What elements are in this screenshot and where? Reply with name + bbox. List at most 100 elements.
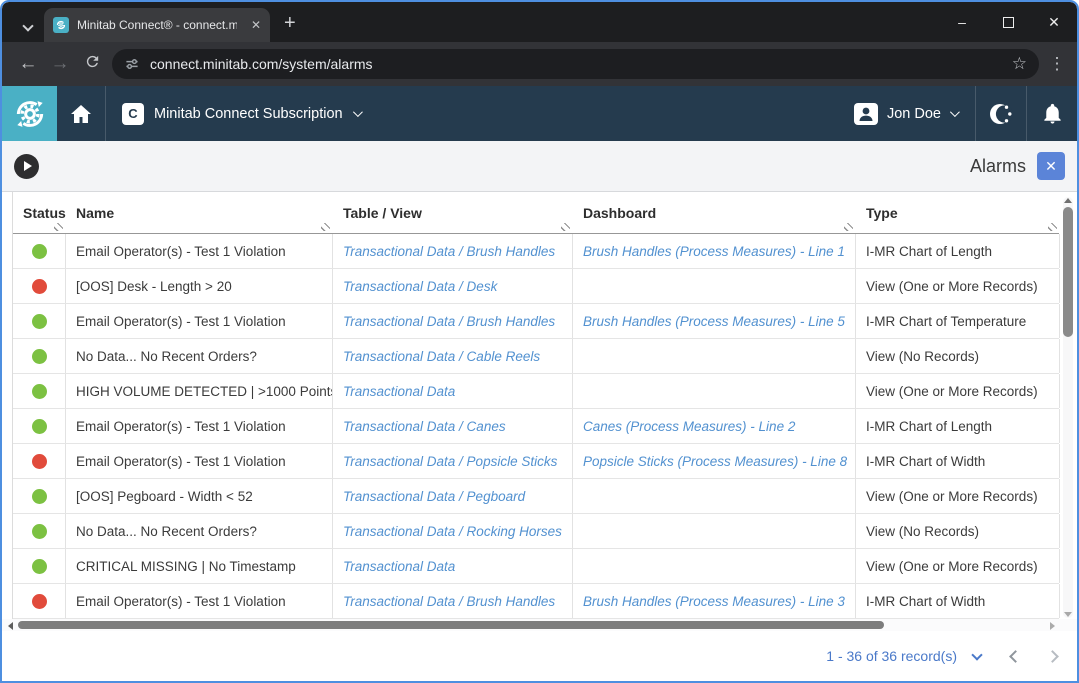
new-tab-button[interactable]: + bbox=[284, 12, 296, 35]
minitab-connect-logo[interactable] bbox=[2, 86, 57, 141]
table-view-link[interactable]: Transactional Data / Brush Handles bbox=[333, 234, 573, 268]
table-row[interactable]: No Data... No Recent Orders? Transaction… bbox=[13, 339, 1059, 374]
column-resize-handle[interactable] bbox=[561, 223, 570, 231]
maximize-button[interactable] bbox=[985, 2, 1031, 42]
url-text[interactable]: connect.minitab.com/system/alarms bbox=[150, 56, 373, 72]
column-label: Dashboard bbox=[583, 205, 656, 221]
dashboard-link[interactable]: Popsicle Sticks (Process Measures) - Lin… bbox=[573, 444, 856, 478]
column-header-type[interactable]: Type bbox=[856, 192, 1060, 233]
table-view-link[interactable]: Transactional Data bbox=[333, 549, 573, 583]
status-dot bbox=[32, 314, 47, 329]
column-header-dashboard[interactable]: Dashboard bbox=[573, 192, 856, 233]
home-icon bbox=[69, 102, 93, 126]
table-row[interactable]: [OOS] Pegboard - Width < 52 Transactiona… bbox=[13, 479, 1059, 514]
notifications-button[interactable] bbox=[1027, 86, 1077, 141]
status-dot bbox=[32, 384, 47, 399]
table-row[interactable]: HIGH VOLUME DETECTED | >1000 Points Tran… bbox=[13, 374, 1059, 409]
alarms-table: Status Name Table / View Dashboard Type … bbox=[12, 192, 1059, 619]
back-button[interactable]: ← bbox=[12, 53, 44, 75]
gear-sync-icon bbox=[10, 94, 50, 134]
page-size-dropdown-icon[interactable] bbox=[971, 649, 982, 660]
bookmark-star-icon[interactable]: ☆ bbox=[1012, 54, 1027, 74]
alarm-name-cell: Email Operator(s) - Test 1 Violation bbox=[66, 584, 333, 618]
forward-button[interactable]: → bbox=[44, 53, 76, 75]
column-resize-handle[interactable] bbox=[1048, 223, 1057, 231]
page-title: Alarms bbox=[970, 156, 1026, 177]
alarm-name-cell: Email Operator(s) - Test 1 Violation bbox=[66, 234, 333, 268]
scroll-down-arrow-icon[interactable] bbox=[1064, 612, 1072, 617]
column-header-table-view[interactable]: Table / View bbox=[333, 192, 573, 233]
scroll-up-arrow-icon[interactable] bbox=[1064, 198, 1072, 203]
alarm-name-cell: Email Operator(s) - Test 1 Violation bbox=[66, 304, 333, 338]
status-cell bbox=[13, 234, 66, 268]
app-header: C Minitab Connect Subscription Jon Doe bbox=[2, 86, 1077, 141]
dashboard-link[interactable] bbox=[573, 339, 856, 373]
dashboard-link[interactable] bbox=[573, 374, 856, 408]
alarm-name-cell: [OOS] Desk - Length > 20 bbox=[66, 269, 333, 303]
browser-tab[interactable]: Minitab Connect® - connect.mi ✕ bbox=[44, 8, 270, 42]
alarm-type-cell: View (No Records) bbox=[856, 514, 1060, 548]
run-button[interactable] bbox=[14, 154, 39, 179]
column-label: Type bbox=[866, 205, 898, 221]
status-dot bbox=[32, 279, 47, 294]
table-view-link[interactable]: Transactional Data / Cable Reels bbox=[333, 339, 573, 373]
close-panel-button[interactable]: ✕ bbox=[1037, 152, 1065, 180]
dashboard-link[interactable] bbox=[573, 479, 856, 513]
dashboard-link[interactable] bbox=[573, 514, 856, 548]
table-row[interactable]: [OOS] Desk - Length > 20 Transactional D… bbox=[13, 269, 1059, 304]
dashboard-link[interactable]: Brush Handles (Process Measures) - Line … bbox=[573, 234, 856, 268]
vertical-scrollbar[interactable] bbox=[1063, 197, 1073, 618]
horizontal-scrollbar-thumb[interactable] bbox=[18, 621, 884, 629]
vertical-scrollbar-thumb[interactable] bbox=[1063, 207, 1073, 337]
subscription-picker[interactable]: C Minitab Connect Subscription bbox=[106, 86, 376, 141]
table-view-link[interactable]: Transactional Data bbox=[333, 374, 573, 408]
site-settings-icon[interactable] bbox=[124, 56, 140, 72]
column-header-name[interactable]: Name bbox=[66, 192, 333, 233]
dashboard-link[interactable] bbox=[573, 549, 856, 583]
refresh-button[interactable] bbox=[76, 53, 108, 76]
tab-title: Minitab Connect® - connect.mi bbox=[77, 18, 237, 32]
table-row[interactable]: Email Operator(s) - Test 1 Violation Tra… bbox=[13, 304, 1059, 339]
column-resize-handle[interactable] bbox=[54, 223, 63, 231]
scroll-left-arrow-icon[interactable] bbox=[8, 622, 13, 630]
horizontal-scrollbar[interactable] bbox=[2, 619, 1077, 631]
home-button[interactable] bbox=[57, 102, 105, 126]
column-label: Name bbox=[76, 205, 114, 221]
column-header-status[interactable]: Status bbox=[13, 192, 66, 233]
table-row[interactable]: CRITICAL MISSING | No Timestamp Transact… bbox=[13, 549, 1059, 584]
table-row[interactable]: Email Operator(s) - Test 1 Violation Tra… bbox=[13, 584, 1059, 619]
page-toolbar: Alarms ✕ bbox=[2, 141, 1077, 192]
user-menu[interactable]: Jon Doe bbox=[836, 86, 975, 141]
table-row[interactable]: No Data... No Recent Orders? Transaction… bbox=[13, 514, 1059, 549]
table-view-link[interactable]: Transactional Data / Canes bbox=[333, 409, 573, 443]
scroll-right-arrow-icon[interactable] bbox=[1050, 622, 1055, 630]
table-view-link[interactable]: Transactional Data / Popsicle Sticks bbox=[333, 444, 573, 478]
table-view-link[interactable]: Transactional Data / Rocking Horses bbox=[333, 514, 573, 548]
minimize-button[interactable]: – bbox=[939, 2, 985, 42]
table-view-link[interactable]: Transactional Data / Desk bbox=[333, 269, 573, 303]
night-mode-button[interactable] bbox=[976, 86, 1026, 141]
tab-close-icon[interactable]: ✕ bbox=[251, 18, 261, 32]
browser-menu-icon[interactable]: ⋮ bbox=[1047, 54, 1067, 74]
column-resize-handle[interactable] bbox=[844, 223, 853, 231]
status-cell bbox=[13, 374, 66, 408]
column-resize-handle[interactable] bbox=[321, 223, 330, 231]
previous-page-button[interactable] bbox=[1009, 650, 1022, 663]
dashboard-link[interactable] bbox=[573, 269, 856, 303]
user-icon bbox=[854, 103, 878, 125]
alarm-type-cell: View (One or More Records) bbox=[856, 479, 1060, 513]
close-window-button[interactable]: ✕ bbox=[1031, 2, 1077, 42]
table-view-link[interactable]: Transactional Data / Brush Handles bbox=[333, 584, 573, 618]
table-row[interactable]: Email Operator(s) - Test 1 Violation Tra… bbox=[13, 409, 1059, 444]
dashboard-link[interactable]: Brush Handles (Process Measures) - Line … bbox=[573, 304, 856, 338]
table-row[interactable]: Email Operator(s) - Test 1 Violation Tra… bbox=[13, 444, 1059, 479]
dashboard-link[interactable]: Brush Handles (Process Measures) - Line … bbox=[573, 584, 856, 618]
table-view-link[interactable]: Transactional Data / Brush Handles bbox=[333, 304, 573, 338]
tab-search-button[interactable] bbox=[15, 13, 41, 39]
next-page-button[interactable] bbox=[1046, 650, 1059, 663]
address-bar[interactable]: connect.minitab.com/system/alarms ☆ bbox=[112, 49, 1039, 79]
status-cell bbox=[13, 269, 66, 303]
table-view-link[interactable]: Transactional Data / Pegboard bbox=[333, 479, 573, 513]
dashboard-link[interactable]: Canes (Process Measures) - Line 2 bbox=[573, 409, 856, 443]
table-row[interactable]: Email Operator(s) - Test 1 Violation Tra… bbox=[13, 234, 1059, 269]
